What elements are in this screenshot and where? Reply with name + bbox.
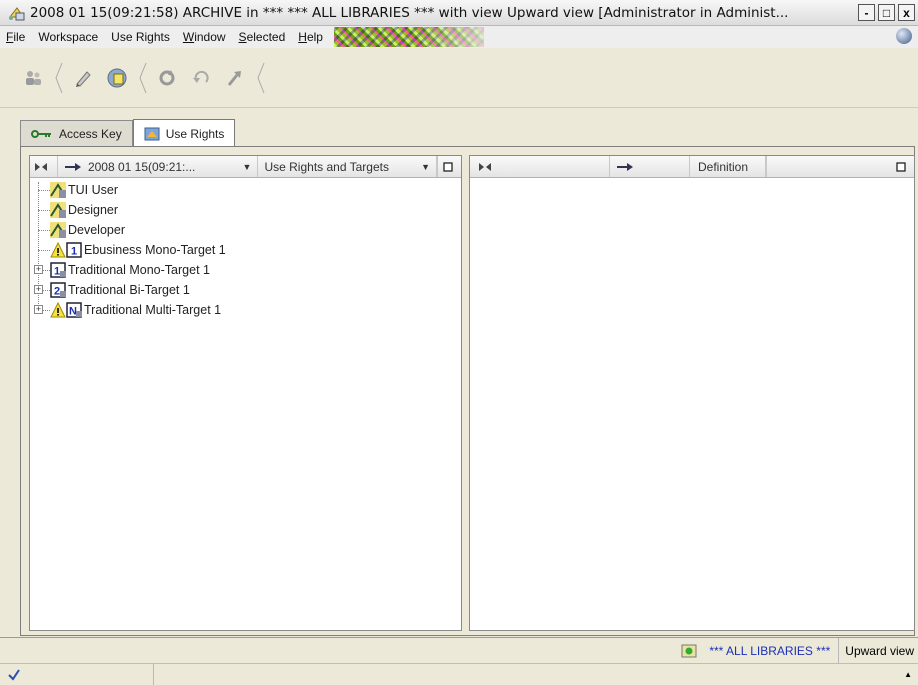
tree-item-tui-user[interactable]: TUI User <box>30 180 461 200</box>
maximize-button[interactable]: □ <box>878 4 895 21</box>
tree-item-ebusiness-mono-target[interactable]: 1 Ebusiness Mono-Target 1 <box>30 240 461 260</box>
tree-item-label: TUI User <box>68 183 118 197</box>
maximize-pane-icon[interactable] <box>766 156 914 177</box>
menu-workspace[interactable]: Workspace <box>32 30 105 44</box>
tab-use-rights[interactable]: Use Rights <box>132 119 236 147</box>
tree-item-traditional-bi-target[interactable]: + 2 Traditional Bi-Target 1 <box>30 280 461 300</box>
tree-item-label: Traditional Bi-Target 1 <box>68 283 190 297</box>
tree-connector <box>38 250 50 251</box>
dropdown-arrow-icon: ▼ <box>242 161 252 172</box>
warning-icon <box>50 301 66 318</box>
left-pane-header: 2008 01 15(09:21:... ▼ Use Rights and Ta… <box>30 156 461 178</box>
use-rights-tree-pane: 2008 01 15(09:21:... ▼ Use Rights and Ta… <box>29 155 462 631</box>
title-bar: 2008 01 15(09:21:58) ARCHIVE in *** *** … <box>0 0 918 26</box>
main-panel: 2008 01 15(09:21:... ▼ Use Rights and Ta… <box>20 146 915 636</box>
use-rights-icon <box>144 126 160 142</box>
status-bar: *** ALL LIBRARIES *** Upward view <box>0 637 918 663</box>
svg-text:1: 1 <box>71 246 77 258</box>
library-label: *** ALL LIBRARIES *** <box>709 643 831 658</box>
expand-toggle[interactable]: + <box>34 285 43 294</box>
collapse-all-icon[interactable] <box>470 156 610 177</box>
menu-help[interactable]: Help <box>292 30 330 44</box>
right-pane-header: Definition <box>470 156 914 178</box>
tree-item-label: Traditional Mono-Target 1 <box>68 263 210 277</box>
view-label: Upward view <box>845 643 914 658</box>
checkmark-icon <box>0 664 154 685</box>
users-icon[interactable] <box>20 65 46 91</box>
date-selector-value: 2008 01 15(09:21:... <box>87 159 196 174</box>
tree-item-designer[interactable]: Designer <box>30 200 461 220</box>
menu-bar: File Workspace Use Rights Window Selecte… <box>0 26 918 48</box>
view-status: Upward view <box>838 638 918 663</box>
tab-access-key[interactable]: Access Key <box>20 120 133 146</box>
minimize-button[interactable]: - <box>858 4 875 21</box>
collapse-all-icon[interactable] <box>30 156 58 177</box>
user-profile-icon <box>50 222 66 238</box>
target-2-icon: 2 <box>50 282 66 298</box>
redo-icon[interactable] <box>222 65 248 91</box>
tree-connector <box>43 270 50 271</box>
tree-item-label: Designer <box>68 203 119 217</box>
bottom-status-bar: ▲ <box>0 663 918 685</box>
tree-connector <box>38 210 50 211</box>
refresh-icon[interactable] <box>154 65 180 91</box>
view-selector[interactable]: Use Rights and Targets ▼ <box>257 156 438 177</box>
tree-item-traditional-mono-target[interactable]: + 1 Traditional Mono-Target 1 <box>30 260 461 280</box>
definition-header-label: Definition <box>698 159 749 174</box>
toolbar <box>0 48 918 108</box>
target-1-icon: 1 <box>66 242 82 258</box>
tree-item-traditional-multi-target[interactable]: + N Traditional Multi-Target 1 <box>30 300 461 320</box>
tree-item-label: Ebusiness Mono-Target 1 <box>84 243 226 257</box>
key-icon <box>31 126 51 142</box>
menu-window[interactable]: Window <box>177 30 233 44</box>
library-icon <box>681 643 697 659</box>
tree-item-developer[interactable]: Developer <box>30 220 461 240</box>
user-profile-icon <box>50 202 66 218</box>
toolbar-separator <box>55 62 63 93</box>
definition-pane: Definition <box>469 155 915 631</box>
tree-connector <box>43 310 50 311</box>
expand-toggle[interactable]: + <box>34 305 43 314</box>
close-button[interactable]: x <box>898 4 915 21</box>
tab-label: Access Key <box>59 126 122 141</box>
arrow-right-icon[interactable] <box>610 156 690 177</box>
menu-selected[interactable]: Selected <box>233 30 293 44</box>
undo-icon[interactable] <box>188 65 214 91</box>
toolbar-separator <box>139 62 147 93</box>
window-title: 2008 01 15(09:21:58) ARCHIVE in *** *** … <box>30 4 789 21</box>
tree-item-label: Traditional Multi-Target 1 <box>84 303 222 317</box>
arrow-right-icon <box>64 162 81 171</box>
dropdown-arrow-icon: ▼ <box>421 161 431 172</box>
pencil-icon[interactable] <box>70 65 96 91</box>
warning-icon <box>50 241 66 258</box>
globe-icon <box>896 28 912 44</box>
toolbar-separator <box>257 62 265 93</box>
definition-column[interactable]: Definition <box>690 156 766 177</box>
maximize-pane-icon[interactable] <box>437 156 461 177</box>
expand-toggle[interactable]: + <box>34 265 43 274</box>
tree-connector <box>43 290 50 291</box>
tab-label: Use Rights <box>165 126 225 141</box>
menu-use-rights[interactable]: Use Rights <box>105 30 177 44</box>
tree-item-label: Developer <box>68 223 125 237</box>
svg-text:2: 2 <box>54 286 60 298</box>
svg-text:1: 1 <box>54 266 60 278</box>
tab-strip: Access Key Use Rights <box>20 118 236 147</box>
use-rights-tree: TUI User Designer Developer 1 Ebusiness … <box>30 178 461 630</box>
tree-connector <box>38 230 50 231</box>
app-icon <box>6 2 28 24</box>
menu-file[interactable]: File <box>0 30 32 44</box>
scroll-up-icon[interactable]: ▲ <box>904 670 912 679</box>
activity-animation <box>333 27 484 47</box>
view-selector-value: Use Rights and Targets <box>264 159 389 174</box>
library-status: *** ALL LIBRARIES *** <box>675 638 838 663</box>
target-n-icon: N <box>66 302 82 318</box>
user-profile-icon <box>50 182 66 198</box>
svg-text:N: N <box>69 306 77 318</box>
tree-connector <box>38 190 50 191</box>
target-1-icon: 1 <box>50 262 66 278</box>
archive-icon[interactable] <box>104 65 130 91</box>
date-selector[interactable]: 2008 01 15(09:21:... ▼ <box>58 156 258 177</box>
